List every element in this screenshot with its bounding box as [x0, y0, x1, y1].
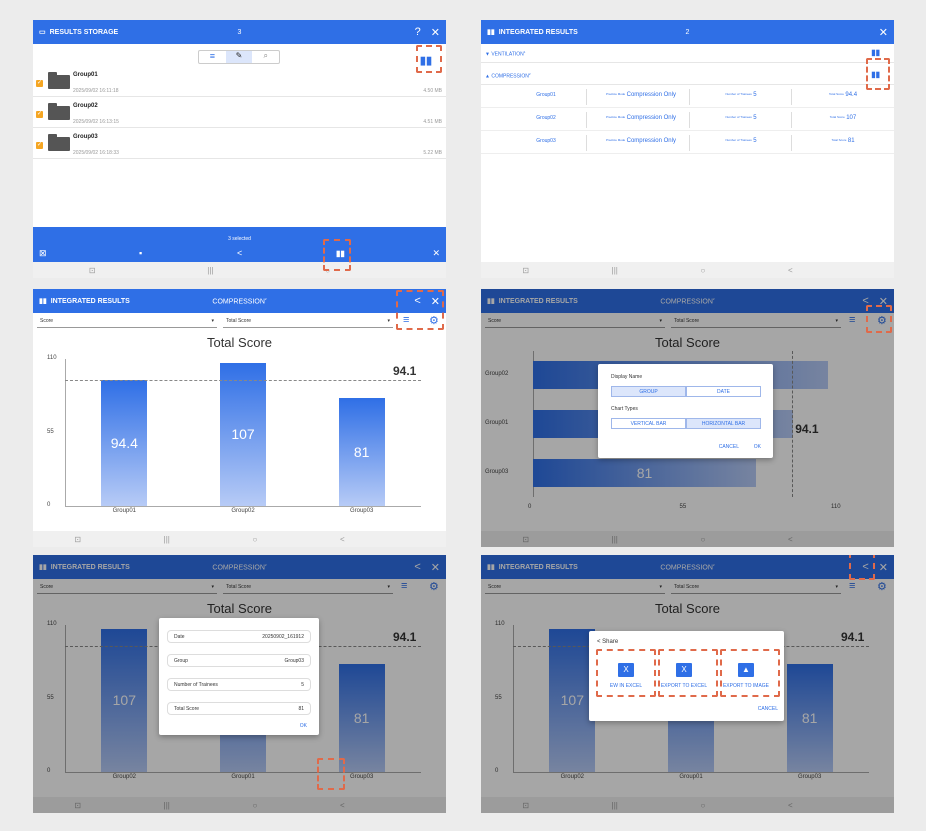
help-icon[interactable]: ?: [415, 26, 421, 38]
highlight-chart: [416, 45, 442, 73]
display-name-label: Display Name: [611, 374, 643, 380]
home-icon[interactable]: ○: [253, 535, 258, 544]
chart-icon: ▮▮: [487, 29, 495, 36]
search-icon[interactable]: ⌕: [252, 51, 279, 63]
metric-select[interactable]: Score ▾: [37, 316, 217, 328]
group-option[interactable]: GROUP: [611, 386, 686, 397]
score-select[interactable]: Total Score ▾: [223, 316, 393, 328]
table-row[interactable]: Group01 Practice Mode Compression Only N…: [481, 86, 894, 108]
recent-icon[interactable]: ⊡: [522, 266, 529, 275]
info-dialog: Date 20250902_161912 Group Group03 Number …: [159, 618, 319, 735]
recent-icon[interactable]: ⊡: [74, 535, 81, 544]
highlight-group03: [317, 758, 345, 790]
chart-topbar: ▮▮ INTEGRATED RESULTS COMPRESSION2 < ✕: [33, 289, 446, 313]
recent-icon[interactable]: ⊡: [89, 266, 96, 275]
x-axis: [65, 506, 421, 507]
cancel-button[interactable]: CANCEL: [719, 444, 739, 450]
integrated-topbar: ▮▮ INTEGRATED RESULTS 2 ✕: [481, 20, 894, 44]
highlight-export-image: [720, 649, 780, 697]
selected-count: 3 selected: [228, 236, 251, 242]
table-row[interactable]: Group03 Practice Mode Compression Only N…: [481, 132, 894, 154]
chart-panel-horizontal: ▮▮ INTEGRATED RESULTS COMPRESSION2 < ✕ Sco…: [481, 289, 894, 547]
info-group: Group Group03: [167, 654, 311, 667]
x-tick-label: Group01: [112, 508, 136, 514]
android-navbar: ⊡ ||| ○ <: [481, 262, 894, 278]
date-option[interactable]: DATE: [686, 386, 761, 397]
back-icon[interactable]: <: [788, 266, 793, 275]
share-icon[interactable]: <: [237, 248, 242, 258]
highlight-view: [596, 649, 656, 697]
selection-bar: 3 selected ⊠ ▪ < ▮▮ ✕: [33, 227, 446, 262]
info-trainees: Number of Trainees 5: [167, 678, 311, 691]
chart-title: Total Score: [206, 335, 273, 350]
deselect-icon[interactable]: ⊠: [39, 248, 47, 259]
menu-icon[interactable]: |||: [612, 266, 618, 275]
close-icon[interactable]: ✕: [879, 26, 888, 39]
storage-title: RESULTS STORAGE: [49, 28, 119, 36]
delete-icon[interactable]: ▪: [139, 248, 142, 258]
highlight-settings: [396, 290, 444, 330]
home-icon[interactable]: ○: [701, 266, 706, 275]
results-storage-panel: ▭ RESULTS STORAGE 3 ? ✕ ≡ ✎ ⌕ ▮▮ ✓ Group01…: [33, 20, 446, 278]
highlight-chart: [866, 58, 890, 90]
table-row[interactable]: Group02 Practice Mode Compression Only N…: [481, 109, 894, 131]
edit-icon[interactable]: ✎: [225, 51, 253, 63]
view-toggle: ≡ ✎ ⌕: [198, 50, 280, 64]
info-score: Total Score 81: [167, 702, 311, 715]
chart-panel-share: ▮▮ INTEGRATED RESULTS COMPRESSION2 < ✕ Sco…: [481, 555, 894, 813]
bar-value-label: 81: [353, 443, 370, 460]
cancel-button[interactable]: CANCEL: [758, 706, 778, 712]
menu-icon[interactable]: |||: [164, 535, 170, 544]
info-date: Date 20250902_161912: [167, 630, 311, 643]
highlight-gear: [866, 305, 892, 333]
chart-icon[interactable]: ▮▮: [871, 48, 880, 57]
x-tick-label: Group02: [231, 508, 255, 514]
chart-icon: ▮▮: [39, 298, 47, 305]
display-dialog: Display Name GROUP DATE Chart Types VERT…: [598, 364, 773, 458]
back-icon[interactable]: <: [340, 535, 345, 544]
y-tick-label: 0: [47, 502, 51, 508]
close-icon[interactable]: ✕: [432, 248, 440, 259]
bar: 107: [220, 363, 266, 506]
average-value: 94.1: [393, 364, 417, 379]
ok-button[interactable]: OK: [300, 723, 307, 729]
android-navbar: ⊡ ||| ○: [33, 262, 446, 278]
y-tick-label: 55: [47, 428, 54, 435]
storage-topbar: ▭ RESULTS STORAGE 3 ? ✕: [33, 20, 446, 44]
x-tick-label: Group03: [349, 508, 374, 514]
close-icon[interactable]: ✕: [431, 26, 440, 39]
ok-button[interactable]: OK: [754, 444, 761, 450]
ventilation-section[interactable]: ▼ VENTILATION1: [485, 50, 525, 58]
vertical-bar-option[interactable]: VERTICAL BAR: [611, 418, 686, 429]
highlight-chart: [323, 239, 351, 271]
folder-icon: ▭: [39, 29, 46, 36]
chart-panel-info: ▮▮ INTEGRATED RESULTS COMPRESSION2 < ✕ Sco…: [33, 555, 446, 813]
bar-value-label: 107: [231, 426, 255, 443]
highlight-export-excel: [658, 649, 718, 697]
bar-value-label: 94.4: [110, 434, 138, 451]
horizontal-bar-option[interactable]: HORIZONTAL BAR: [686, 418, 761, 429]
menu-icon[interactable]: |||: [207, 266, 213, 275]
share-title: < Share: [597, 639, 619, 645]
android-navbar: ⊡ ||| ○ <: [33, 531, 446, 547]
chart-panel-vertical: ▮▮ INTEGRATED RESULTS COMPRESSION2 < ✕ Sco…: [33, 289, 446, 547]
integrated-title: INTEGRATED RESULTS: [498, 28, 578, 36]
chart-types-label: Chart Types: [611, 406, 638, 412]
bar: 94.4: [101, 379, 148, 506]
share-dialog: < Share X EW IN EXCEL X EXPORT TO EXCEL ▲ E…: [589, 631, 784, 721]
bar: 81: [338, 397, 385, 506]
highlight-share: [849, 555, 875, 580]
compression-section[interactable]: ▲ COMPRESSION2: [485, 72, 531, 80]
average-line: [65, 380, 421, 382]
integrated-results-panel: ▮▮ INTEGRATED RESULTS 2 ✕ ▼ VENTILATION1 …: [481, 20, 894, 278]
sort-icon[interactable]: ≡: [199, 51, 226, 63]
y-tick-label: 110: [47, 355, 57, 361]
